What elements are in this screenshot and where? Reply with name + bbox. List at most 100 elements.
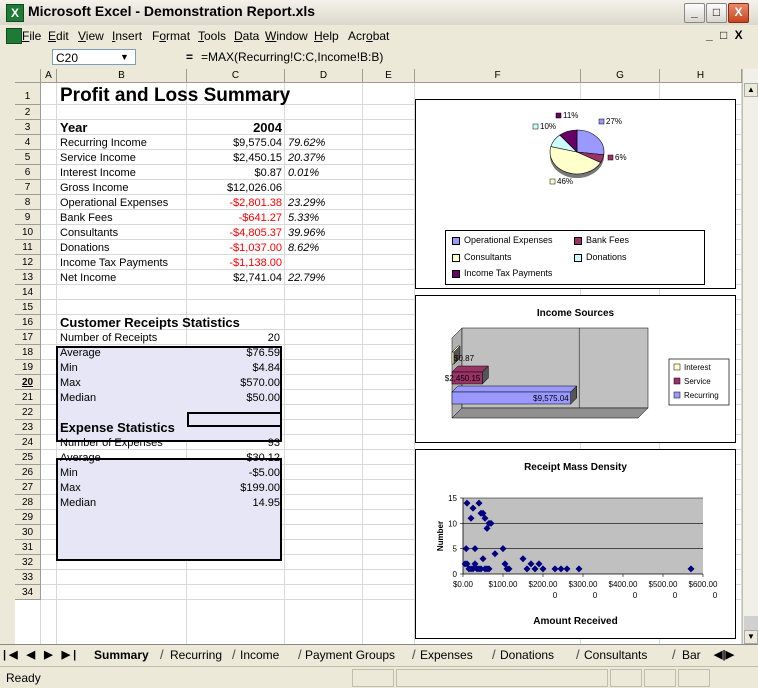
row-header-31[interactable]: 31: [15, 540, 41, 555]
pl-row-label: Interest Income: [60, 167, 136, 179]
column-header-a[interactable]: A: [41, 69, 57, 83]
menu-data[interactable]: Data: [234, 29, 259, 43]
menu-insert[interactable]: Insert: [112, 29, 142, 43]
row-header-33[interactable]: 33: [15, 570, 41, 585]
tab-income[interactable]: Income: [240, 648, 279, 662]
row-header-16[interactable]: 16: [15, 315, 41, 330]
tab-recurring[interactable]: Recurring: [170, 648, 222, 662]
tab-separator: /: [492, 647, 496, 662]
scroll-thumb[interactable]: [744, 616, 758, 630]
maximize-button[interactable]: □: [706, 3, 727, 23]
menu-accelerator: F: [22, 29, 30, 43]
row-header-29[interactable]: 29: [15, 510, 41, 525]
active-cell-c20[interactable]: [187, 412, 282, 427]
row-header-4[interactable]: 4: [15, 135, 41, 150]
column-header-d[interactable]: D: [285, 69, 363, 83]
row-header-6[interactable]: 6: [15, 165, 41, 180]
pl-row-value: $12,026.06: [226, 182, 282, 194]
menu-edit[interactable]: Edit: [48, 29, 69, 43]
row-header-10[interactable]: 10: [15, 225, 41, 240]
menu-accelerator: E: [48, 29, 57, 43]
row-header-23[interactable]: 23: [15, 420, 41, 435]
x-tick-label-continued: 0: [553, 591, 558, 600]
tab-scroll-arrows[interactable]: ◀|▶: [714, 648, 734, 661]
tab-expenses[interactable]: Expenses: [420, 648, 473, 662]
row-header-24[interactable]: 24: [15, 435, 41, 450]
row-header-19[interactable]: 19: [15, 360, 41, 375]
menu-window[interactable]: Window: [265, 29, 308, 43]
row-header-20[interactable]: 20: [15, 375, 41, 390]
tab-payment-groups[interactable]: Payment Groups: [305, 648, 395, 662]
bar-legend: Interest Service Recurring: [668, 358, 730, 406]
row-header-2[interactable]: 2: [15, 105, 41, 120]
x-tick-label-continued: 0: [593, 591, 598, 600]
row-header-17[interactable]: 17: [15, 330, 41, 345]
minimize-button[interactable]: _: [684, 3, 705, 23]
tab-scroll-buttons[interactable]: |◀ ◀ ▶ ▶|: [3, 648, 79, 661]
menu-accelerator: T: [198, 29, 204, 43]
vertical-scrollbar[interactable]: ▲ ▼: [742, 69, 758, 644]
expense-pie-chart[interactable]: 27% 6% 46% 10% 11% Operational Expenses Bank …: [415, 99, 736, 289]
y-tick-label: 10: [448, 519, 457, 528]
column-header-c[interactable]: C: [187, 69, 285, 83]
receipt-density-chart[interactable]: Receipt Mass Density 0 5 10 15 $0.00 $100.00 $…: [415, 449, 736, 639]
column-header-b[interactable]: B: [57, 69, 187, 83]
tab-summary[interactable]: Summary: [94, 648, 149, 662]
scroll-up-arrow[interactable]: ▲: [744, 83, 758, 97]
row-header-28[interactable]: 28: [15, 495, 41, 510]
formula-bar: C20 ▼ = =MAX(Recurring!C:C,Income!B:B): [0, 47, 758, 70]
tab-donations[interactable]: Donations: [500, 648, 554, 662]
row-header-12[interactable]: 12: [15, 255, 41, 270]
pie-slice[interactable]: [576, 129, 605, 156]
menu-view[interactable]: View: [78, 29, 104, 43]
row-header-18[interactable]: 18: [15, 345, 41, 360]
row-header-7[interactable]: 7: [15, 180, 41, 195]
svg-text:10%: 10%: [540, 122, 556, 131]
row-header-21[interactable]: 21: [15, 390, 41, 405]
row-header-27[interactable]: 27: [15, 480, 41, 495]
row-header-34[interactable]: 34: [15, 585, 41, 600]
column-header-h[interactable]: H: [660, 69, 742, 83]
column-header-e[interactable]: E: [363, 69, 415, 83]
menu-acrobat[interactable]: Acrobat: [348, 29, 389, 43]
workbook-window-controls[interactable]: _ □ X: [706, 28, 745, 42]
row-header-32[interactable]: 32: [15, 555, 41, 570]
row-header-1[interactable]: 1: [15, 83, 41, 105]
worksheet-grid[interactable]: A B C D E F G H 1 2 3 4 5 6 7 8 9 10 11 12 13 14 15 16 17 18 19 20 2…: [15, 69, 742, 644]
y-tick-label: 5: [453, 545, 458, 554]
scroll-down-arrow[interactable]: ▼: [744, 630, 758, 644]
row-header-22[interactable]: 22: [15, 405, 41, 420]
workbook-icon[interactable]: [6, 28, 22, 44]
menu-tools[interactable]: Tools: [198, 29, 226, 43]
row-header-11[interactable]: 11: [15, 240, 41, 255]
row-header-30[interactable]: 30: [15, 525, 41, 540]
tab-consultants[interactable]: Consultants: [584, 648, 647, 662]
row-header-8[interactable]: 8: [15, 195, 41, 210]
tab-bar[interactable]: Bar: [682, 648, 701, 662]
name-box-dropdown-icon[interactable]: ▼: [120, 52, 129, 62]
select-all-corner[interactable]: [15, 69, 41, 83]
income-sources-chart[interactable]: Income Sources $9,575.04 $2,450.15 $0.87 In…: [415, 295, 736, 443]
row-header-3[interactable]: 3: [15, 120, 41, 135]
close-button[interactable]: X: [728, 3, 749, 23]
column-header-g[interactable]: G: [581, 69, 660, 83]
pie-data-label: 10%: [532, 122, 556, 131]
formula-input[interactable]: =MAX(Recurring!C:C,Income!B:B): [201, 50, 383, 64]
row-header-9[interactable]: 9: [15, 210, 41, 225]
menu-file[interactable]: File: [22, 29, 41, 43]
formula-equals[interactable]: =: [186, 50, 193, 64]
menu-format[interactable]: Format: [152, 29, 190, 43]
row-header-25[interactable]: 25: [15, 450, 41, 465]
row-header-15[interactable]: 15: [15, 300, 41, 315]
column-header-f[interactable]: F: [415, 69, 581, 83]
pl-row-percent: 8.62%: [288, 242, 320, 254]
excel-app-icon[interactable]: X: [6, 4, 24, 22]
row-header-26[interactable]: 26: [15, 465, 41, 480]
legend-swatch: [673, 391, 681, 399]
row-header-13[interactable]: 13: [15, 270, 41, 285]
menu-help[interactable]: Help: [314, 29, 339, 43]
row-header-5[interactable]: 5: [15, 150, 41, 165]
scatter-x-axis-label: Amount Received: [533, 616, 618, 627]
y-tick-label: 0: [453, 570, 458, 579]
row-header-14[interactable]: 14: [15, 285, 41, 300]
